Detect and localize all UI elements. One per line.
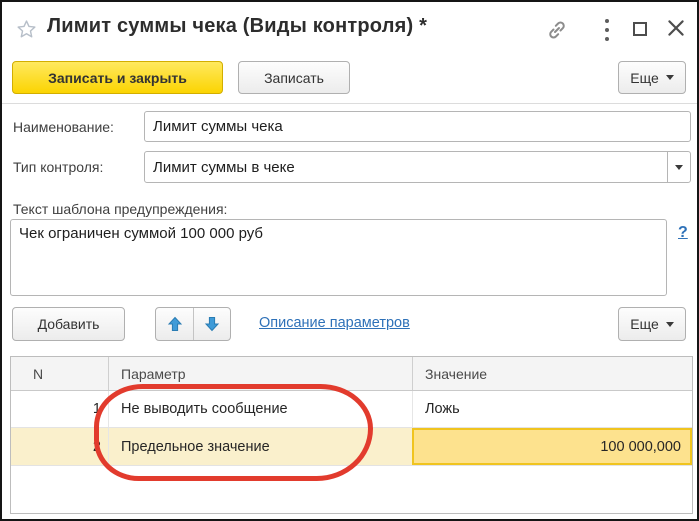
chevron-down-icon [666,75,674,80]
table-row[interactable]: 2 Предельное значение 100 000,000 [11,428,692,466]
favorite-star-icon[interactable] [15,18,38,41]
warning-template-label: Текст шаблона предупреждения: [13,201,227,217]
save-and-close-label: Записать и закрыть [48,70,187,86]
window-title: Лимит суммы чека (Виды контроля) * [47,15,427,38]
more-menu-icon[interactable] [602,19,612,41]
copy-link-icon[interactable] [545,18,569,42]
chevron-down-icon [666,322,674,327]
control-type-value: Лимит суммы в чеке [145,152,667,182]
row-value[interactable]: Ложь [412,391,692,427]
add-button[interactable]: Добавить [12,307,125,341]
row-param: Предельное значение [108,428,412,465]
header-param: Параметр [108,357,412,390]
help-link[interactable]: ? [678,224,688,242]
command-bar-separator [2,103,697,104]
table-header-row: N Параметр Значение [11,357,692,391]
name-label: Наименование: [13,119,114,135]
control-type-label: Тип контроля: [13,159,103,175]
save-button[interactable]: Записать [238,61,350,94]
more-label: Еще [630,70,659,86]
row-value-active-cell[interactable]: 100 000,000 [412,428,692,465]
save-label: Записать [264,70,324,86]
move-up-button[interactable] [156,308,193,340]
table-row[interactable]: 1 Не выводить сообщение Ложь [11,391,692,428]
header-value: Значение [412,357,692,390]
row-number: 2 [11,428,108,465]
move-down-button[interactable] [193,308,230,340]
parameters-table: N Параметр Значение 1 Не выводить сообще… [10,356,693,514]
more-label: Еще [630,316,659,332]
control-type-dropdown-button[interactable] [667,152,690,182]
add-label: Добавить [38,316,100,332]
chevron-down-icon [675,165,683,170]
warning-template-textarea[interactable]: Чек ограничен суммой 100 000 руб [10,219,667,296]
row-param: Не выводить сообщение [108,391,412,427]
close-icon[interactable] [665,17,687,39]
header-num: N [11,357,108,390]
maximize-icon[interactable] [633,22,647,36]
row-number: 1 [11,391,108,427]
control-type-select[interactable]: Лимит суммы в чеке [144,151,691,183]
parameters-description-link[interactable]: Описание параметров [259,315,410,331]
form-window: Лимит суммы чека (Виды контроля) * Запис… [0,0,699,521]
more-button-table[interactable]: Еще [618,307,686,341]
move-buttons-group [155,307,231,341]
more-button-top[interactable]: Еще [618,61,686,94]
save-and-close-button[interactable]: Записать и закрыть [12,61,223,94]
title-bar: Лимит суммы чека (Виды контроля) * [2,2,697,56]
name-input[interactable] [144,111,691,142]
